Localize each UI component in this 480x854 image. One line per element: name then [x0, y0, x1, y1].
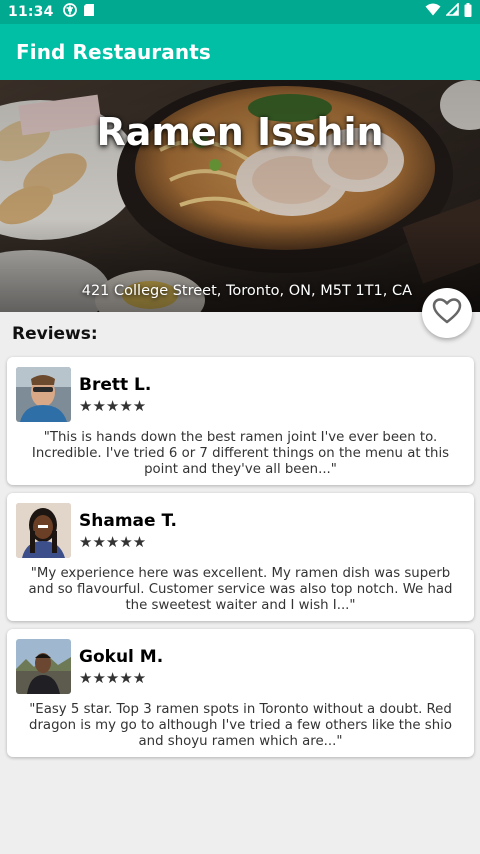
avatar	[16, 503, 71, 558]
sd-card-icon	[83, 3, 95, 22]
location-icon	[62, 2, 77, 22]
avatar	[16, 639, 71, 694]
star-rating: ★★★★★	[79, 534, 146, 550]
review-card[interactable]: Brett L. ★★★★★ "This is hands down the b…	[7, 357, 474, 485]
stars-icon: ★★★★★	[79, 397, 147, 415]
review-card[interactable]: Shamae T. ★★★★★ "My experience here was …	[7, 493, 474, 621]
review-text: "Easy 5 star. Top 3 ramen spots in Toron…	[29, 702, 452, 749]
star-rating: ★★★★★	[79, 398, 146, 414]
app-bar: Find Restaurants	[0, 24, 480, 80]
status-time: 11:34	[8, 4, 54, 20]
review-text: "My experience here was excellent. My ra…	[28, 566, 453, 613]
wifi-icon	[425, 3, 441, 21]
heart-outline-icon	[432, 297, 462, 330]
reviewer-name: Shamae T.	[79, 511, 177, 531]
stars-icon: ★★★★★	[79, 533, 147, 551]
star-rating: ★★★★★	[79, 670, 146, 686]
restaurant-name: Ramen Isshin	[96, 110, 384, 154]
battery-icon	[464, 2, 472, 22]
reviews-heading: Reviews:	[12, 324, 98, 344]
review-text: "This is hands down the best ramen joint…	[31, 430, 450, 477]
stars-icon: ★★★★★	[79, 669, 147, 687]
restaurant-hero-image: Ramen Isshin 421 College Street, Toronto…	[0, 80, 480, 312]
reviewer-name: Gokul M.	[79, 647, 164, 667]
favorite-button[interactable]	[422, 288, 472, 338]
reviewer-name: Brett L.	[79, 375, 152, 395]
app-title: Find Restaurants	[16, 40, 211, 64]
avatar	[16, 367, 71, 422]
status-bar: 11:34	[0, 0, 480, 24]
signal-icon	[445, 2, 459, 21]
restaurant-address: 421 College Street, Toronto, ON, M5T 1T1…	[81, 283, 412, 299]
review-card[interactable]: Gokul M. ★★★★★ "Easy 5 star. Top 3 ramen…	[7, 629, 474, 757]
